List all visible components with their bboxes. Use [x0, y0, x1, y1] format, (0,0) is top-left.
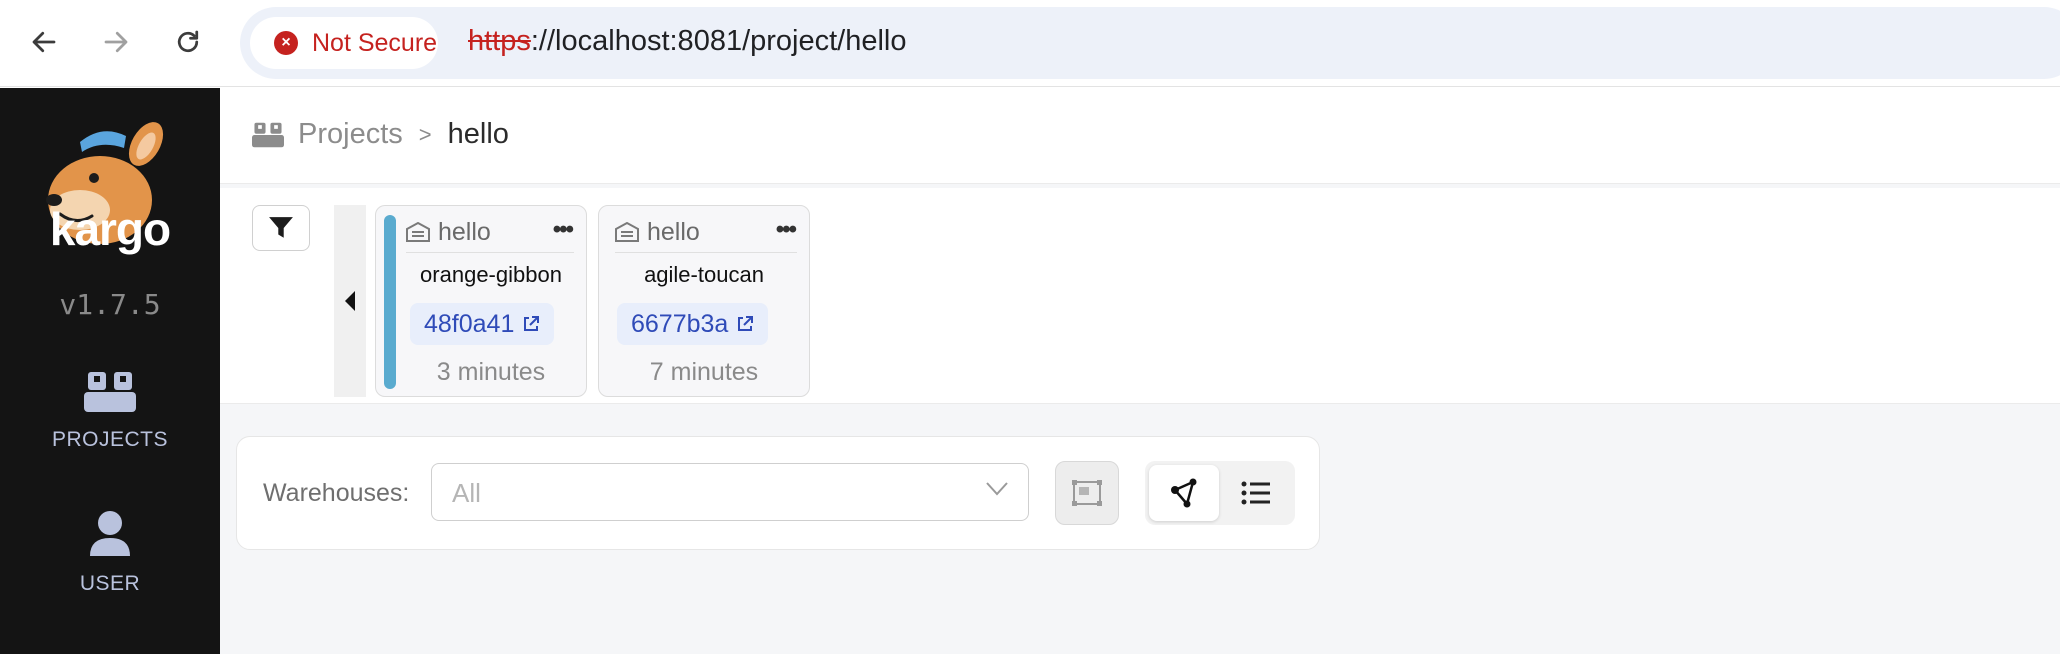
brand-name: kargo	[49, 203, 171, 255]
warehouse-name: hello	[647, 217, 700, 246]
filter-button[interactable]	[252, 205, 310, 251]
list-icon	[1241, 481, 1270, 505]
warehouse-select[interactable]: All	[431, 463, 1029, 521]
commit-link[interactable]: 6677b3a	[617, 303, 769, 345]
version-label: v1.7.5	[59, 288, 161, 321]
freight-card[interactable]: hello ••• agile-toucan 6677b3a 7 minutes	[598, 205, 810, 397]
url-scheme: https	[468, 25, 531, 57]
breadcrumb-current: hello	[447, 118, 509, 150]
projects-icon	[252, 122, 284, 147]
freight-card-header: hello •••	[406, 214, 586, 250]
url-text[interactable]: https://localhost:8081/project/hello	[468, 25, 907, 58]
freight-name: agile-toucan	[644, 262, 764, 287]
sidebar-item-label: USER	[79, 572, 141, 595]
security-label: Not Secure	[312, 28, 438, 57]
more-options-icon[interactable]: •••	[776, 216, 797, 244]
breadcrumb-projects-link[interactable]: Projects	[298, 118, 403, 151]
url-rest: ://localhost:8081/project/hello	[530, 25, 907, 57]
freight-timeline: hello ••• orange-gibbon 48f0a41 3 minute…	[220, 188, 2060, 404]
freight-age: 7 minutes	[649, 358, 759, 386]
view-mode-toggle	[1145, 461, 1295, 525]
arrow-left-icon	[32, 31, 56, 53]
user-icon	[90, 511, 130, 556]
not-secure-icon: ×	[274, 31, 298, 55]
graph-view-button[interactable]	[1149, 465, 1219, 521]
image-view-button[interactable]	[1055, 461, 1119, 525]
reload-button[interactable]	[166, 20, 210, 64]
warehouses-label: Warehouses:	[263, 479, 410, 507]
chevron-down-icon	[986, 482, 1008, 496]
caret-left-icon	[345, 291, 355, 311]
freight-name: orange-gibbon	[420, 262, 562, 287]
warehouse-name: hello	[438, 217, 491, 246]
warehouse-icon	[615, 222, 639, 242]
collapse-timeline-toggle[interactable]	[334, 205, 366, 397]
commit-link[interactable]: 48f0a41	[410, 303, 555, 345]
commit-hash: 6677b3a	[631, 309, 729, 338]
external-link-icon	[738, 316, 754, 331]
divider	[615, 252, 797, 253]
external-link-icon	[524, 316, 540, 331]
sidebar-item-projects[interactable]: PROJECTS	[0, 370, 220, 452]
freight-selected-indicator	[384, 215, 396, 389]
image-icon	[1072, 480, 1102, 506]
page-header: Projects > hello	[220, 88, 2060, 184]
main-content: Projects > hello hello ••• orange-gibbon…	[220, 88, 2060, 654]
graph-icon	[1171, 478, 1197, 508]
reload-icon	[177, 30, 199, 53]
warehouse-select-value: All	[452, 478, 481, 508]
filter-icon	[269, 217, 293, 238]
sidebar-item-label: PROJECTS	[51, 428, 168, 451]
address-bar[interactable]: × Not Secure https://localhost:8081/proj…	[240, 7, 2060, 79]
warehouse-toolbar: Warehouses: All	[236, 436, 1320, 550]
forward-button[interactable]	[94, 20, 138, 64]
projects-icon	[84, 372, 136, 412]
warehouse-icon	[406, 222, 430, 242]
back-button[interactable]	[22, 20, 66, 64]
freight-card-header: hello •••	[615, 214, 809, 250]
sidebar-item-user[interactable]: USER	[0, 510, 220, 596]
sidebar: kargo v1.7.5 PROJECTS USER	[0, 88, 220, 654]
arrow-right-icon	[104, 31, 128, 53]
more-options-icon[interactable]: •••	[553, 216, 574, 244]
freight-age: 3 minutes	[436, 358, 546, 386]
list-view-button[interactable]	[1221, 465, 1291, 521]
breadcrumb: Projects > hello	[252, 118, 509, 151]
breadcrumb-separator: >	[418, 121, 432, 147]
divider	[406, 252, 574, 253]
security-chip[interactable]: × Not Secure	[250, 17, 438, 69]
commit-hash: 48f0a41	[424, 309, 515, 338]
browser-toolbar: × Not Secure https://localhost:8081/proj…	[0, 0, 2060, 87]
freight-card[interactable]: hello ••• orange-gibbon 48f0a41 3 minute…	[375, 205, 587, 397]
